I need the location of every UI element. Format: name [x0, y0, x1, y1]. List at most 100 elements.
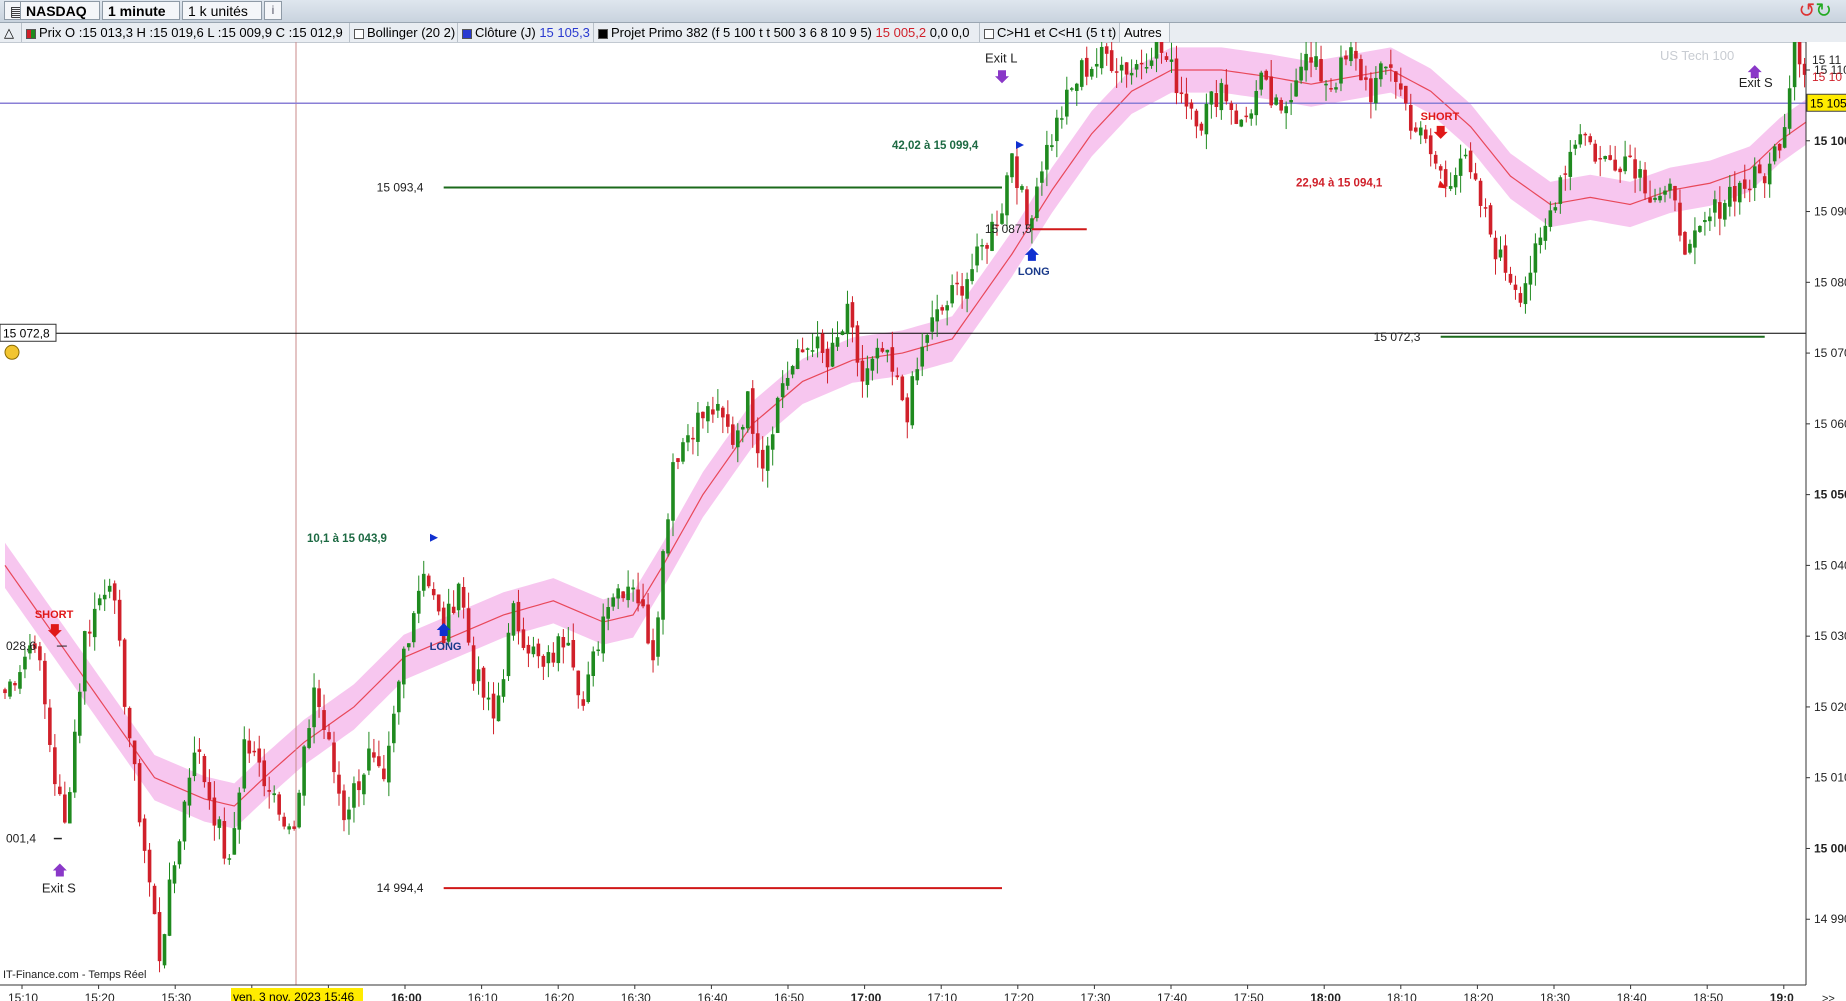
- legend-projet[interactable]: Projet Primo 382 (f 5 100 t t 500 3 6 8 …: [594, 23, 980, 42]
- candle-body: [23, 656, 27, 670]
- instrument-select[interactable]: NASDAQ: [20, 1, 100, 34]
- candle-body: [1394, 71, 1398, 82]
- candle-body: [1389, 64, 1393, 68]
- candle-body: [3, 689, 7, 694]
- candle-body: [651, 640, 655, 661]
- candle-body: [222, 821, 227, 859]
- candle-body: [1638, 169, 1642, 178]
- legend-projet-value: 15 005,2: [875, 25, 927, 40]
- candle-body: [1608, 155, 1612, 160]
- long-signal-label: LONG: [1018, 266, 1050, 278]
- candle-body: [1149, 60, 1154, 66]
- candle-body: [1433, 154, 1438, 164]
- y-tick-label: 15 080: [1814, 275, 1846, 289]
- period-select[interactable]: 1 minute: [102, 1, 180, 34]
- candle-body: [1653, 197, 1657, 200]
- candle-body: [1463, 154, 1468, 157]
- others-button[interactable]: Autres: [1120, 23, 1170, 42]
- candle-body: [167, 879, 172, 936]
- candle-body: [486, 697, 491, 700]
- candle-body: [835, 337, 840, 347]
- candle-body: [1728, 186, 1732, 207]
- candle-body: [666, 519, 670, 554]
- candle-body: [1633, 159, 1637, 179]
- candle-body: [212, 797, 217, 826]
- instrument-label: NASDAQ: [26, 3, 87, 19]
- candle-body: [890, 347, 895, 372]
- candle-body: [1573, 144, 1578, 149]
- exit-signal-label: Exit S: [1739, 75, 1773, 90]
- hover-date-label: ven. 3 nov. 2023 15:46: [233, 990, 355, 1001]
- candle-body: [476, 669, 481, 682]
- candle-body: [337, 774, 341, 794]
- candle-body: [526, 644, 531, 654]
- candle-body: [1418, 127, 1423, 136]
- legend-price[interactable]: Prix O :15 013,3 H :15 019,6 L :15 009,9…: [22, 23, 350, 42]
- candle-body: [711, 409, 715, 415]
- candle-body: [915, 369, 920, 381]
- candle-body: [1493, 237, 1498, 260]
- candle-body: [1069, 88, 1074, 90]
- candle-body: [506, 632, 511, 677]
- candle-body: [1184, 93, 1189, 107]
- candle-body: [955, 282, 959, 285]
- candle-body: [1344, 55, 1348, 60]
- toolbar: ▤ NASDAQ 1 minute 1 k unités i ↺↻: [0, 0, 1846, 34]
- candle-body: [686, 435, 690, 443]
- candle-body: [87, 631, 92, 634]
- candle-body: [387, 745, 391, 783]
- info-icon[interactable]: i: [264, 1, 282, 20]
- candle-body: [531, 646, 536, 655]
- warning-icon[interactable]: △: [0, 23, 22, 42]
- y-tick-label: 15 090: [1814, 205, 1846, 219]
- x-tick-label: 19:0: [1770, 991, 1794, 1001]
- units-select[interactable]: 1 k unités: [182, 1, 262, 34]
- x-tick-label: 15:10: [8, 991, 38, 1001]
- candle-body: [661, 551, 665, 620]
- candle-body: [307, 728, 311, 748]
- alert-bell-icon[interactable]: [4, 344, 20, 360]
- candle-body: [187, 777, 192, 806]
- candle-body: [1204, 103, 1209, 135]
- candle-body: [696, 412, 700, 442]
- candle-body: [895, 375, 900, 378]
- candle-body: [1164, 56, 1169, 60]
- sync-arrows-icon[interactable]: ↺↻: [1798, 1, 1832, 21]
- candle-body: [1628, 155, 1632, 158]
- candle-body: [691, 437, 695, 440]
- candle-body: [1678, 202, 1682, 236]
- candle-body: [367, 748, 371, 771]
- units-label: 1 k unités: [188, 3, 248, 19]
- legend-close[interactable]: Clôture (J) 15 105,3: [458, 23, 594, 42]
- last-price-label: 15 105: [1810, 96, 1846, 110]
- candle-body: [1189, 102, 1194, 109]
- short-signal-label: SHORT: [35, 609, 74, 621]
- candle-body: [850, 302, 855, 328]
- candle-body: [1274, 97, 1278, 105]
- candle-body: [1079, 60, 1084, 87]
- candle-body: [272, 793, 276, 796]
- y-tick-label: 15 100: [1814, 134, 1846, 148]
- candle-body: [1747, 188, 1752, 191]
- y-tick-label: 15 040: [1814, 558, 1846, 572]
- candle-body: [825, 348, 830, 368]
- candle-body: [416, 590, 421, 614]
- legend-condition[interactable]: C>H1 et C<H1 (5 t t): [980, 23, 1120, 42]
- candle-body: [631, 587, 635, 590]
- candle-body: [1548, 210, 1553, 227]
- candle-body: [815, 336, 820, 349]
- price-chart[interactable]: 15 093,4 14 994,4 15 072,3 15 087,5 SHORT 028…: [0, 42, 1846, 1001]
- candle-body: [1010, 153, 1014, 178]
- candle-body: [800, 349, 805, 353]
- candle-body: [820, 333, 825, 353]
- candle-body: [1478, 180, 1483, 206]
- candle-body: [785, 377, 790, 386]
- legend-bollinger[interactable]: Bollinger (20 2): [350, 23, 458, 42]
- candle-body: [1319, 58, 1323, 82]
- candle-body: [48, 707, 52, 745]
- candle-body: [202, 756, 207, 783]
- candle-body: [1119, 64, 1124, 71]
- candle-body: [1782, 127, 1787, 148]
- x-tick-label: 17:00: [851, 991, 882, 1001]
- candle-body: [347, 809, 351, 820]
